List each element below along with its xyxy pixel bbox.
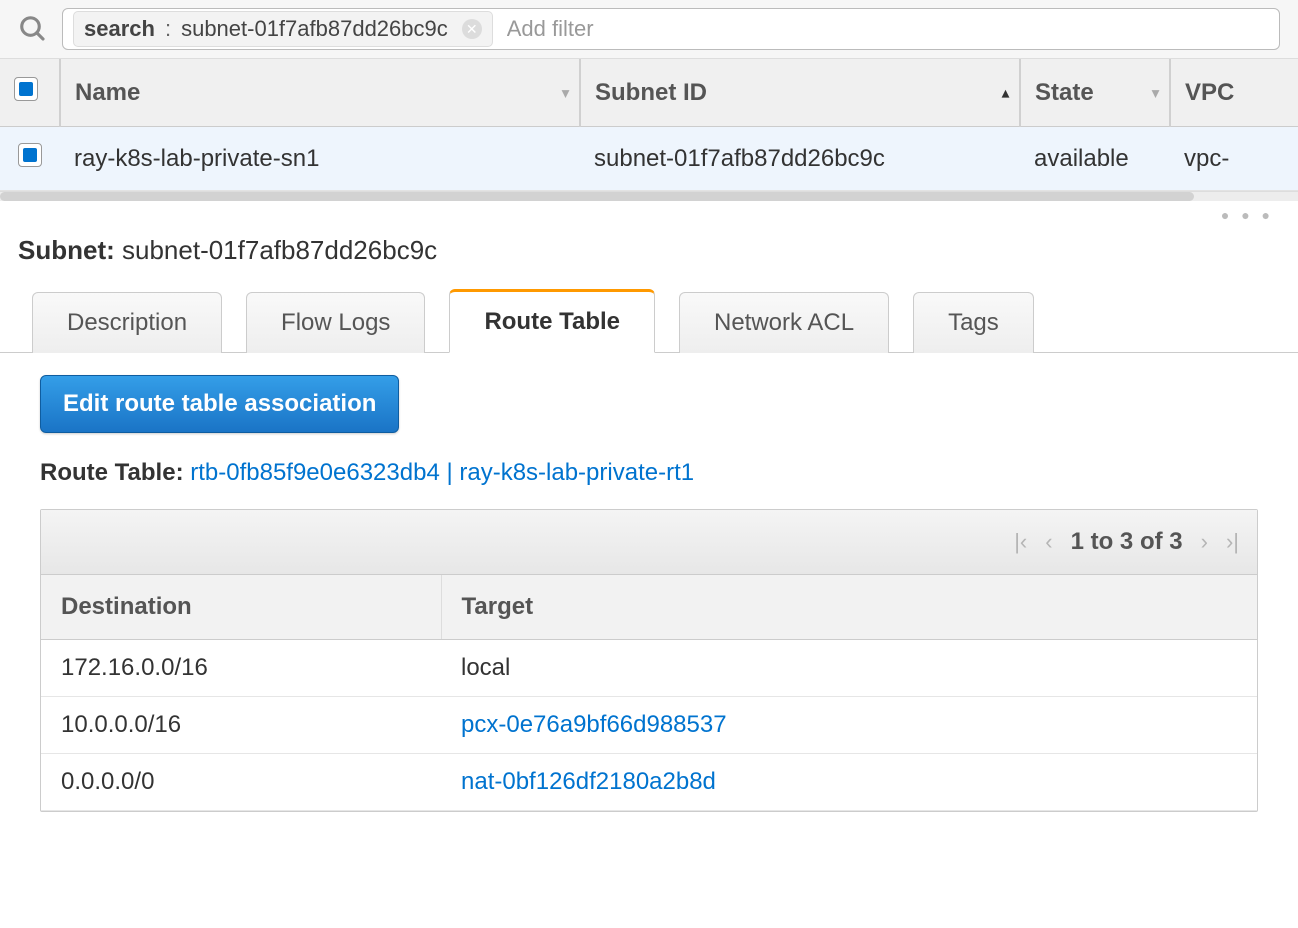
column-header-vpc-label: VPC: [1185, 79, 1234, 106]
route-destination: 0.0.0.0/0: [41, 754, 441, 811]
detail-label: Subnet:: [18, 235, 115, 265]
select-all-checkbox[interactable]: [14, 77, 38, 101]
route-row: 172.16.0.0/16local: [41, 640, 1257, 697]
route-target[interactable]: pcx-0e76a9bf66d988537: [441, 697, 1257, 754]
page-next-icon[interactable]: ›: [1201, 529, 1208, 555]
sort-indicator-icon[interactable]: ▾: [562, 84, 569, 101]
pane-resize-handle-icon[interactable]: ● ● ●: [0, 201, 1298, 223]
page-first-icon[interactable]: |‹: [1014, 529, 1027, 555]
route-row: 10.0.0.0/16pcx-0e76a9bf66d988537: [41, 697, 1257, 754]
search-icon: [18, 14, 48, 44]
column-header-state[interactable]: State ▾: [1020, 59, 1170, 127]
row-checkbox[interactable]: [18, 143, 42, 167]
scrollbar-thumb[interactable]: [0, 192, 1194, 201]
add-filter-wrap: [507, 16, 757, 42]
route-target[interactable]: nat-0bf126df2180a2b8d: [441, 754, 1257, 811]
tab-tags[interactable]: Tags: [913, 292, 1034, 353]
search-tag-key: search: [84, 16, 155, 42]
routes-table: Destination Target 172.16.0.0/16local10.…: [41, 575, 1257, 811]
column-header-state-label: State: [1035, 79, 1094, 106]
route-destination: 172.16.0.0/16: [41, 640, 441, 697]
cell-state: available: [1020, 127, 1170, 191]
column-header-subnet-id-label: Subnet ID: [595, 79, 707, 106]
select-all-header[interactable]: [0, 59, 60, 127]
column-header-name-label: Name: [75, 79, 140, 106]
column-header-subnet-id[interactable]: Subnet ID ▴: [580, 59, 1020, 127]
cell-vpc-link[interactable]: vpc-: [1170, 127, 1298, 191]
cell-name: ray-k8s-lab-private-sn1: [60, 127, 580, 191]
routes-col-destination[interactable]: Destination: [41, 575, 441, 640]
column-header-vpc[interactable]: VPC: [1170, 59, 1298, 127]
route-table-link[interactable]: rtb-0fb85f9e0e6323db4 | ray-k8s-lab-priv…: [190, 459, 694, 486]
route-target: local: [441, 640, 1257, 697]
routes-box: |‹ ‹ 1 to 3 of 3 › ›| Destination Target…: [40, 509, 1258, 812]
route-table-label: Route Table:: [40, 459, 184, 486]
route-table-panel: Edit route table association Route Table…: [0, 353, 1298, 834]
subnets-table: Name ▾ Subnet ID ▴ State ▾ VPC ray-k8s-l…: [0, 59, 1298, 191]
tab-route-table[interactable]: Route Table: [449, 289, 655, 353]
routes-col-target[interactable]: Target: [441, 575, 1257, 640]
page-last-icon[interactable]: ›|: [1226, 529, 1239, 555]
sort-indicator-icon[interactable]: ▾: [1152, 84, 1159, 101]
column-header-name[interactable]: Name ▾: [60, 59, 580, 127]
search-bar: search : subnet-01f7afb87dd26bc9c ✕: [0, 0, 1298, 59]
edit-route-table-association-button[interactable]: Edit route table association: [40, 375, 399, 433]
detail-tabs: Description Flow Logs Route Table Networ…: [0, 288, 1298, 353]
search-filter-tag[interactable]: search : subnet-01f7afb87dd26bc9c ✕: [73, 11, 493, 47]
route-destination: 10.0.0.0/16: [41, 697, 441, 754]
cell-subnet-id: subnet-01f7afb87dd26bc9c: [580, 127, 1020, 191]
detail-subnet-id: subnet-01f7afb87dd26bc9c: [122, 235, 437, 265]
tab-flow-logs[interactable]: Flow Logs: [246, 292, 425, 353]
horizontal-scrollbar[interactable]: [0, 191, 1298, 201]
search-input-box[interactable]: search : subnet-01f7afb87dd26bc9c ✕: [62, 8, 1280, 50]
search-tag-colon: :: [163, 16, 173, 42]
detail-heading: Subnet: subnet-01f7afb87dd26bc9c: [0, 223, 1298, 288]
route-table-label-line: Route Table: rtb-0fb85f9e0e6323db4 | ray…: [40, 459, 1258, 487]
clear-tag-icon[interactable]: ✕: [462, 19, 482, 39]
pagination-text: 1 to 3 of 3: [1071, 528, 1183, 556]
route-row: 0.0.0.0/0nat-0bf126df2180a2b8d: [41, 754, 1257, 811]
table-row[interactable]: ray-k8s-lab-private-sn1 subnet-01f7afb87…: [0, 127, 1298, 191]
page-prev-icon[interactable]: ‹: [1045, 529, 1052, 555]
search-tag-value: subnet-01f7afb87dd26bc9c: [181, 16, 448, 42]
tab-description[interactable]: Description: [32, 292, 222, 353]
routes-pagination-toolbar: |‹ ‹ 1 to 3 of 3 › ›|: [41, 510, 1257, 575]
sort-ascending-icon[interactable]: ▴: [1002, 84, 1009, 101]
tab-network-acl[interactable]: Network ACL: [679, 292, 889, 353]
add-filter-input[interactable]: [507, 16, 757, 42]
